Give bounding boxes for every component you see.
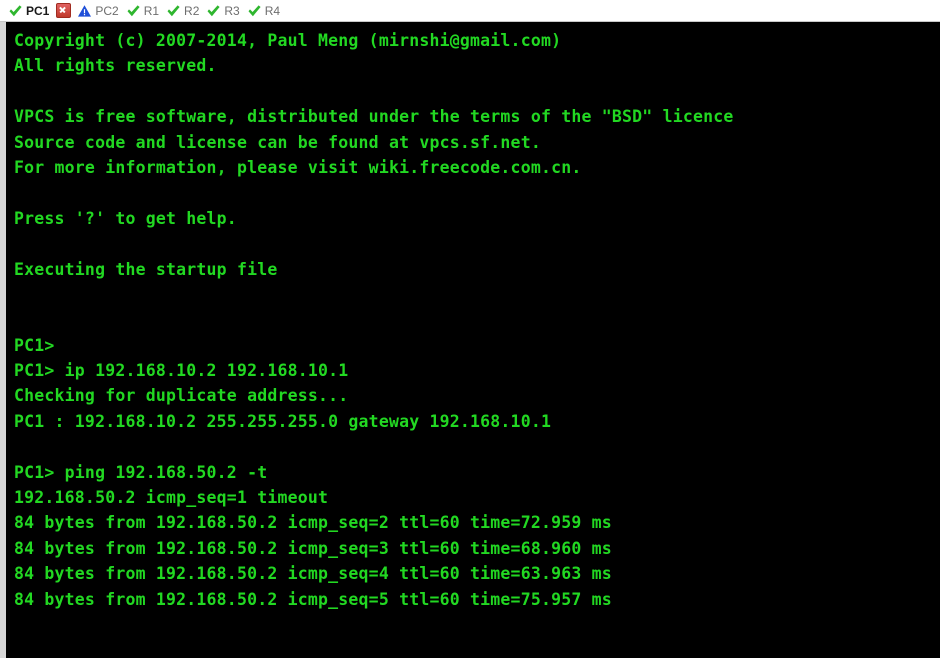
terminal-line: PC1 : 192.168.10.2 255.255.255.0 gateway…	[14, 411, 552, 431]
check-icon	[8, 4, 23, 18]
terminal-line: 84 bytes from 192.168.50.2 icmp_seq=2 tt…	[14, 513, 612, 533]
close-icon[interactable]	[56, 3, 72, 18]
check-icon	[166, 4, 181, 18]
tab-r3[interactable]: R3	[204, 1, 244, 21]
tab-label: R1	[143, 3, 160, 18]
terminal-line: All rights reserved.	[14, 56, 217, 76]
tab-r1[interactable]: R1	[124, 1, 164, 21]
tab-label: R4	[264, 3, 281, 18]
tab-r2[interactable]: R2	[164, 1, 204, 21]
terminal-line: VPCS is free software, distributed under…	[14, 107, 734, 127]
tab-pc1[interactable]: PC1	[6, 1, 54, 21]
tab-label: PC1	[26, 3, 50, 18]
terminal-line: 192.168.50.2 icmp_seq=1 timeout	[14, 488, 329, 508]
tab-label: R2	[184, 3, 200, 18]
terminal-line: Source code and license can be found at …	[14, 132, 541, 152]
tab-pc2[interactable]: PC2	[75, 1, 123, 21]
check-icon	[247, 4, 262, 18]
terminal-line: PC1>	[14, 335, 55, 355]
tab-r4[interactable]: R4	[245, 1, 285, 21]
terminal-line: PC1> ip 192.168.10.2 192.168.10.1	[14, 361, 349, 381]
terminal-line: Checking for duplicate address...	[14, 386, 349, 406]
vpcs-console-window: PC1 PC2 R1 R2 R3 R4 Copyright (c) 2007-2014, …	[0, 0, 940, 658]
tab-label: PC2	[95, 3, 119, 18]
terminal-line: Executing the startup file	[14, 259, 278, 279]
terminal-line: 84 bytes from 192.168.50.2 icmp_seq=3 tt…	[14, 538, 612, 558]
terminal-output[interactable]: Copyright (c) 2007-2014, Paul Meng (mirn…	[6, 22, 940, 658]
check-icon	[126, 4, 141, 18]
terminal-line: 84 bytes from 192.168.50.2 icmp_seq=5 tt…	[14, 589, 612, 609]
terminal-frame: Copyright (c) 2007-2014, Paul Meng (mirn…	[0, 22, 940, 658]
terminal-line: For more information, please visit wiki.…	[14, 157, 582, 177]
terminal-line: PC1> ping 192.168.50.2 -t	[14, 462, 268, 482]
check-icon	[206, 4, 221, 18]
terminal-line: Press '?' to get help.	[14, 208, 237, 228]
terminal-line: 84 bytes from 192.168.50.2 icmp_seq=4 tt…	[14, 564, 612, 584]
warning-triangle-icon	[77, 4, 92, 18]
terminal-line: Copyright (c) 2007-2014, Paul Meng (mirn…	[14, 31, 562, 50]
tab-label: R3	[224, 3, 240, 18]
device-tab-bar[interactable]: PC1 PC2 R1 R2 R3 R4	[0, 0, 940, 22]
